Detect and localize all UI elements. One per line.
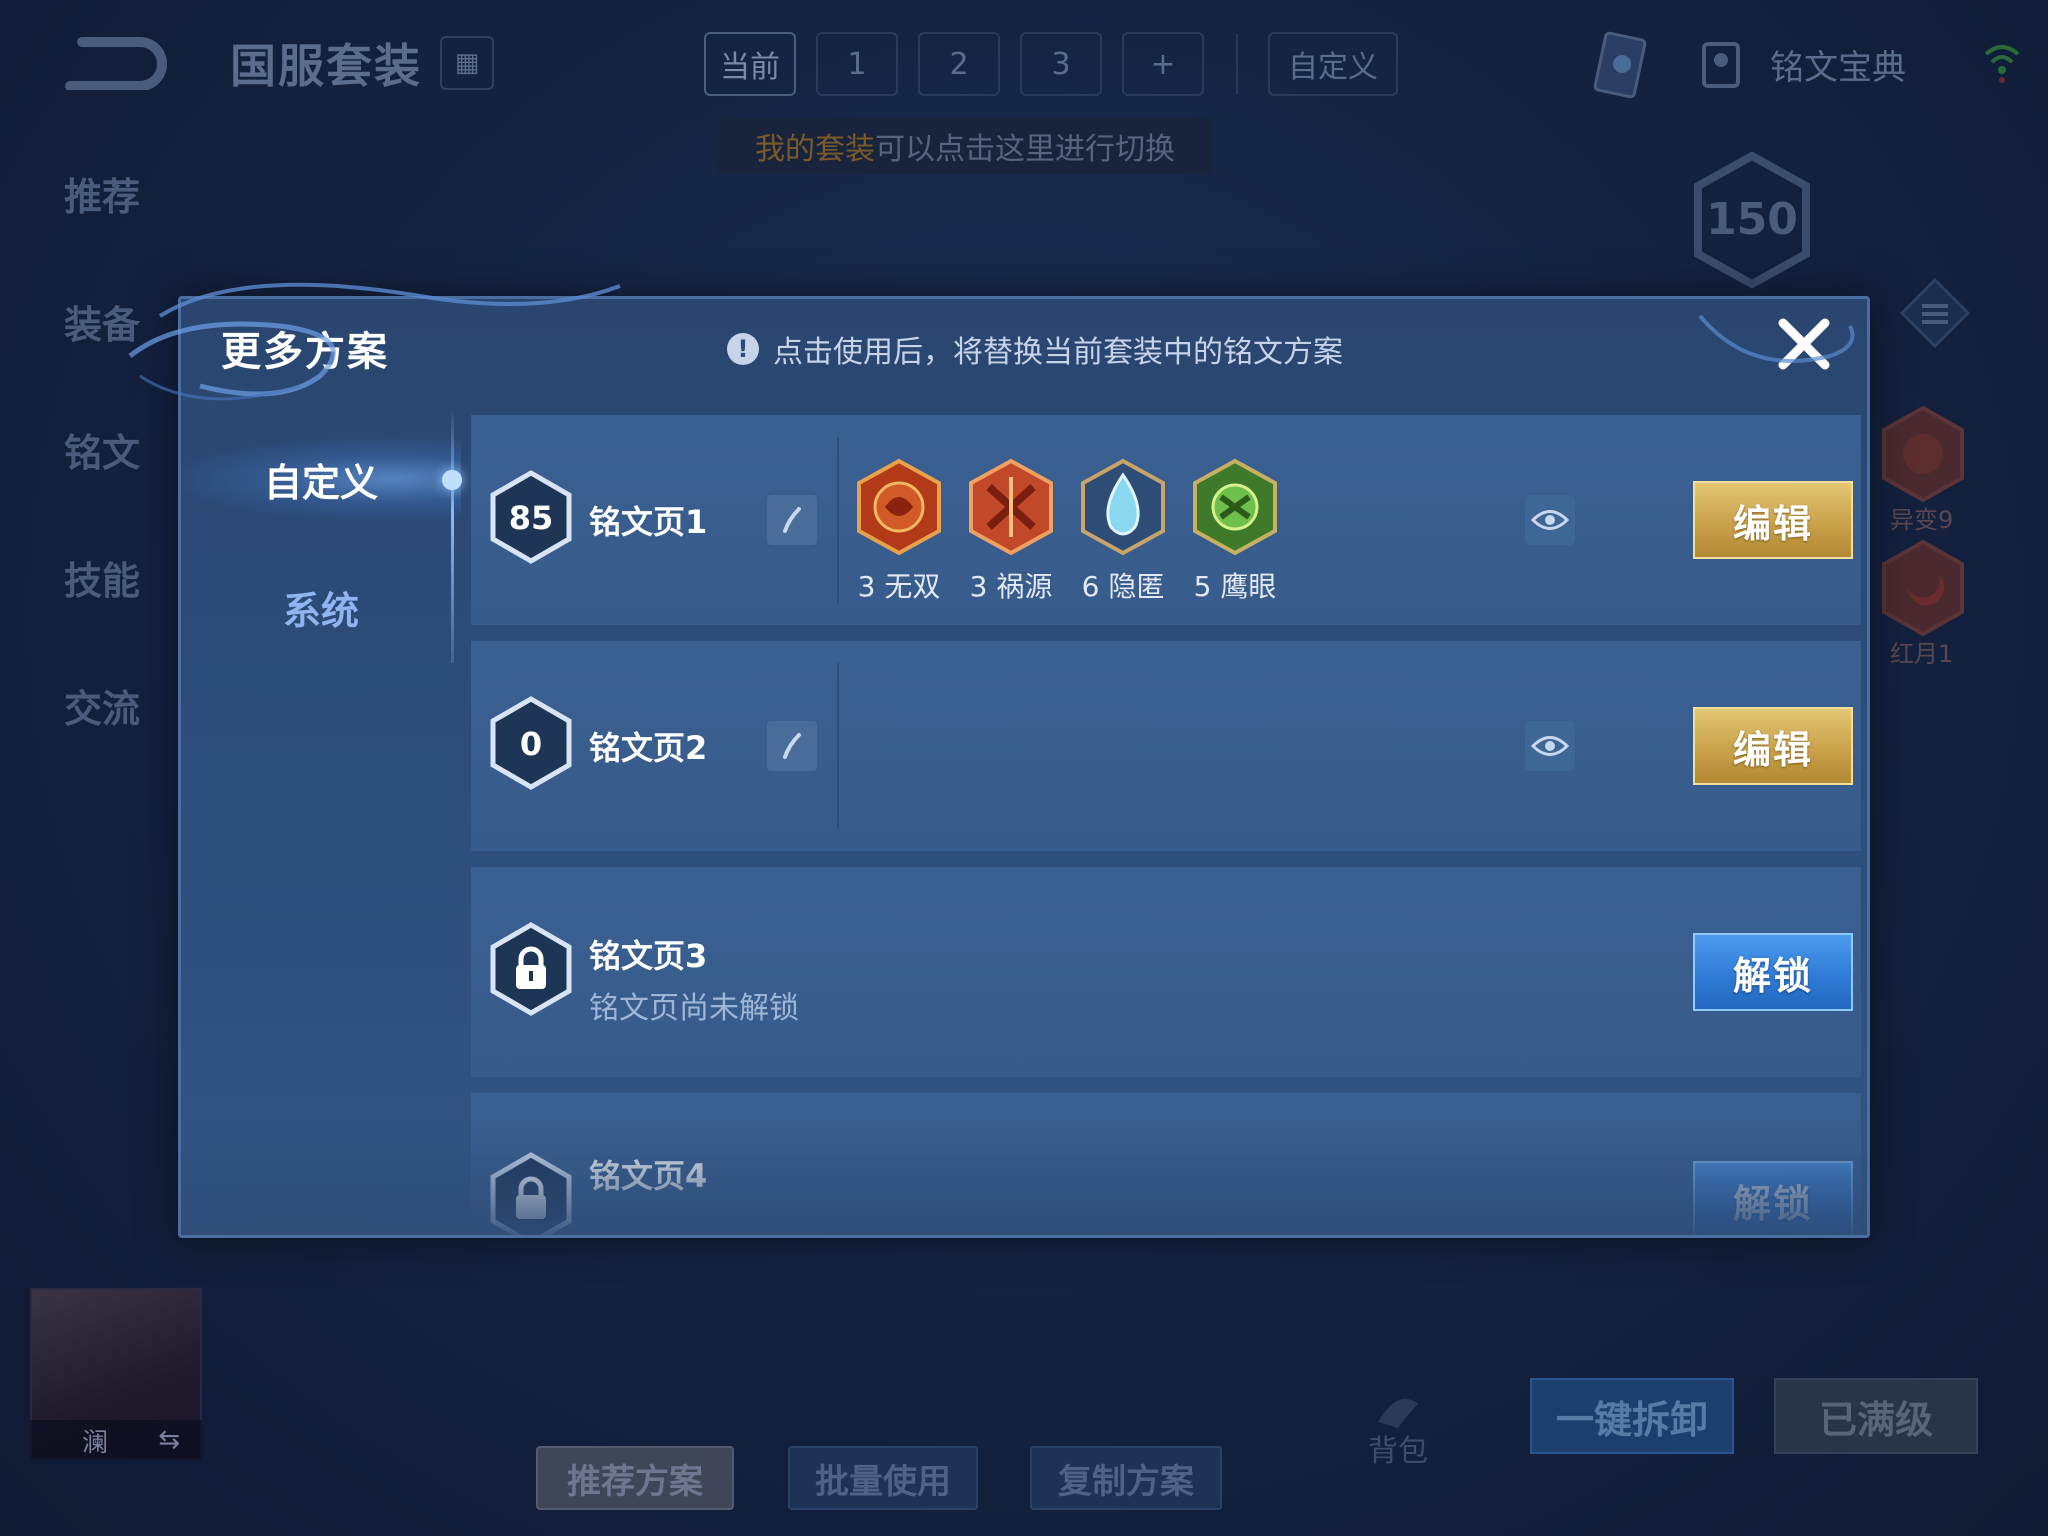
svg-text:150: 150 xyxy=(1706,194,1798,245)
row-divider xyxy=(837,437,839,603)
eye-icon xyxy=(1531,736,1569,756)
rune-item[interactable]: 3 无双 xyxy=(855,457,943,605)
info-icon: ! xyxy=(727,333,759,365)
edit-button[interactable]: 编辑 xyxy=(1693,707,1853,785)
edit-button[interactable]: 编辑 xyxy=(1693,481,1853,559)
yinni-rune-icon xyxy=(1081,458,1165,556)
tab-custom[interactable]: 自定义 xyxy=(1268,32,1398,96)
rune-level-badge: 85 xyxy=(490,470,572,564)
tab-indicator-dot xyxy=(442,470,462,490)
rune-book-label[interactable]: 铭文宝典 xyxy=(1770,40,1906,89)
rune-label: 6 隐匿 xyxy=(1081,570,1165,603)
hint-text: 可以点击这里进行切换 xyxy=(875,132,1175,167)
svg-text:0: 0 xyxy=(520,725,542,763)
wifi-icon xyxy=(1984,45,2020,83)
rune-page-row: 85 铭文页1 3 无双 3 祸源 6 隐匿 5 鹰眼 编辑 xyxy=(471,415,1861,625)
hero-name: 澜 xyxy=(82,1427,109,1458)
level-hex-badge: 150 xyxy=(1694,151,1810,289)
dialog-title: 更多方案 xyxy=(221,329,389,375)
nav-equipment[interactable]: 装备 xyxy=(64,294,140,347)
rune-summary: 3 无双 3 祸源 6 隐匿 5 鹰眼 xyxy=(855,457,1279,605)
dialog-notice: ! 点击使用后，将替换当前套装中的铭文方案 xyxy=(727,327,1343,371)
recommend-plan-button[interactable]: 推荐方案 xyxy=(536,1446,734,1510)
rune-book-icon[interactable] xyxy=(1700,40,1742,90)
rune-hongyue-icon[interactable] xyxy=(1878,538,1968,638)
nav-skills[interactable]: 技能 xyxy=(64,550,140,603)
nav-community[interactable]: 交流 xyxy=(64,678,140,731)
rune-page-name: 铭文页2 xyxy=(589,729,708,767)
menu-icon[interactable] xyxy=(1900,278,1970,348)
rune-item[interactable]: 6 隐匿 xyxy=(1079,457,1167,605)
rune-page-name: 铭文页3 xyxy=(589,937,708,975)
rune-label: 3 祸源 xyxy=(969,570,1053,603)
locked-status: 铭文页尚未解锁 xyxy=(589,991,799,1026)
rename-button[interactable] xyxy=(767,495,817,545)
left-nav: 推荐 装备 铭文 技能 交流 xyxy=(64,166,140,731)
unlock-button[interactable]: 解锁 xyxy=(1693,933,1853,1011)
preview-button[interactable] xyxy=(1525,721,1575,771)
copy-plan-button[interactable]: 复制方案 xyxy=(1030,1446,1222,1510)
lock-icon xyxy=(490,922,572,1016)
pencil-icon xyxy=(783,507,801,533)
maxed-button: 已满级 xyxy=(1774,1378,1978,1454)
eye-icon xyxy=(1531,510,1569,530)
rune-level-badge: 0 xyxy=(490,696,572,790)
yingyan-rune-icon xyxy=(1193,458,1277,556)
pencil-icon xyxy=(783,733,801,759)
unlock-button[interactable]: 解锁 xyxy=(1693,1161,1853,1235)
tab-set-1[interactable]: 1 xyxy=(816,32,898,96)
rune-page-row: 铭文页4 解锁 xyxy=(471,1093,1861,1235)
tab-add[interactable]: + xyxy=(1122,32,1204,96)
rune-page-name: 铭文页4 xyxy=(589,1157,708,1195)
lock-icon xyxy=(490,1152,572,1235)
rename-button[interactable] xyxy=(767,721,817,771)
rune-page-row: 铭文页3 铭文页尚未解锁 解锁 xyxy=(471,867,1861,1077)
tab-divider xyxy=(1236,34,1238,94)
tab-set-3[interactable]: 3 xyxy=(1020,32,1102,96)
page-title: 国服套装 xyxy=(230,39,422,93)
bag-label[interactable]: 背包 xyxy=(1368,1426,1428,1470)
tab-current[interactable]: 当前 xyxy=(704,32,796,96)
tab-system-plans[interactable]: 系统 xyxy=(181,567,461,647)
unload-all-button[interactable]: 一键拆卸 xyxy=(1530,1378,1734,1454)
nav-runes[interactable]: 铭文 xyxy=(64,422,140,475)
switch-hero-icon[interactable]: ⇆ xyxy=(158,1425,180,1455)
hero-name-bar: 澜 ⇆ xyxy=(30,1420,202,1460)
grid-icon[interactable]: ▦ xyxy=(440,36,494,90)
rune-yibian-label: 异变9 xyxy=(1890,506,1954,534)
tab-set-2[interactable]: 2 xyxy=(918,32,1000,96)
close-icon[interactable] xyxy=(1771,311,1837,377)
notice-text: 点击使用后，将替换当前套装中的铭文方案 xyxy=(773,335,1343,370)
nav-recommend[interactable]: 推荐 xyxy=(64,166,140,219)
back-arrow-icon[interactable] xyxy=(62,30,172,90)
svg-text:85: 85 xyxy=(509,499,554,537)
rune-item[interactable]: 3 祸源 xyxy=(967,457,1055,605)
huoyuan-rune-icon xyxy=(969,458,1053,556)
rune-page-name: 铭文页1 xyxy=(589,503,708,541)
row-divider xyxy=(837,663,839,829)
tab-custom-plans[interactable]: 自定义 xyxy=(181,439,461,519)
rune-yibian-icon[interactable] xyxy=(1878,404,1968,504)
set-tabs: 当前 1 2 3 + xyxy=(704,32,1204,96)
rune-label: 5 鹰眼 xyxy=(1193,570,1277,603)
plan-category-tabs: 自定义 系统 xyxy=(181,409,462,1235)
card-icon[interactable] xyxy=(1590,30,1654,104)
batch-use-button[interactable]: 批量使用 xyxy=(788,1446,978,1510)
preview-button[interactable] xyxy=(1525,495,1575,545)
hint-highlight: 我的套装 xyxy=(755,132,875,167)
rune-item[interactable]: 5 鹰眼 xyxy=(1191,457,1279,605)
rune-hongyue-label: 红月1 xyxy=(1890,640,1954,668)
wushuang-rune-icon xyxy=(857,458,941,556)
switch-hint: 我的套装 可以点击这里进行切换 xyxy=(718,118,1212,174)
rune-label: 3 无双 xyxy=(857,570,941,603)
bag-icon[interactable] xyxy=(1368,1384,1428,1432)
more-plans-dialog: 更多方案 ! 点击使用后，将替换当前套装中的铭文方案 自定义 系统 85 铭文页… xyxy=(178,296,1870,1238)
rune-page-row: 0 铭文页2 编辑 xyxy=(471,641,1861,851)
